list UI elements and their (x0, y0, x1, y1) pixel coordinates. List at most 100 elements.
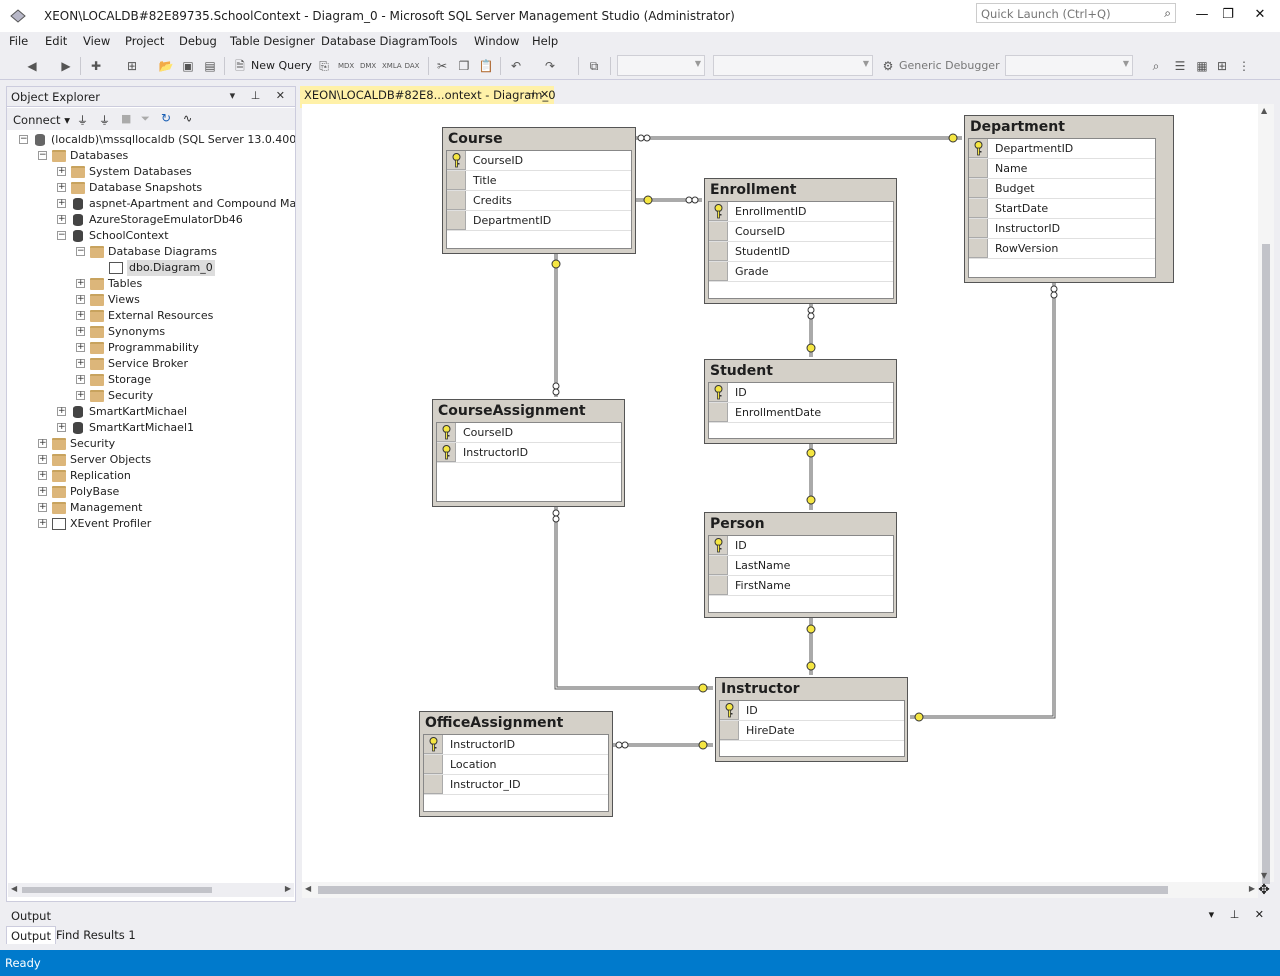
collapse-icon[interactable]: − (76, 247, 85, 256)
table-student[interactable]: Student ID EnrollmentDate (704, 359, 897, 444)
scroll-right-icon[interactable]: ▶ (1249, 884, 1255, 893)
row-selector[interactable] (969, 139, 988, 158)
menu-window[interactable]: Window (474, 34, 519, 48)
column-row[interactable]: DepartmentID (447, 211, 631, 231)
panel-window-buttons[interactable]: ▾ ⊥ ✕ (230, 89, 291, 102)
new-project-icon[interactable]: ✚ (88, 58, 104, 74)
collapse-icon[interactable]: − (38, 151, 47, 160)
rel-department-instructor[interactable] (910, 283, 1056, 719)
new-query-button[interactable]: New Query (251, 57, 312, 75)
paste-icon[interactable]: 📋 (478, 58, 494, 74)
column-row[interactable]: FirstName (709, 576, 893, 596)
row-selector[interactable] (424, 755, 443, 774)
column-row[interactable]: StudentID (709, 242, 893, 262)
tab-output[interactable]: Output (6, 926, 56, 944)
expand-icon[interactable]: + (57, 199, 66, 208)
quick-launch-input[interactable]: Quick Launch (Ctrl+Q) ⌕ (976, 3, 1176, 23)
row-selector[interactable] (969, 199, 988, 218)
forward-icon[interactable]: ▶ (58, 58, 74, 74)
row-selector[interactable] (709, 556, 728, 575)
expand-icon[interactable]: + (38, 471, 47, 480)
panel-window-buttons[interactable]: ▾ ⊥ ✕ (1209, 908, 1270, 921)
collapse-icon[interactable]: − (57, 231, 66, 240)
pin-icon[interactable]: ⊣ (526, 86, 535, 104)
row-selector[interactable] (709, 403, 728, 422)
column-row[interactable]: Title (447, 171, 631, 191)
table-title[interactable]: Course (443, 128, 635, 148)
column-row[interactable]: CourseID (447, 151, 631, 171)
new-query-icon[interactable]: 🗎 (232, 58, 248, 74)
menu-tools[interactable]: Tools (429, 34, 457, 48)
expand-icon[interactable]: + (76, 359, 85, 368)
disconnect-icon[interactable]: ⏚ (99, 112, 110, 128)
column-row[interactable]: ID (709, 383, 893, 403)
expand-icon[interactable]: + (38, 487, 47, 496)
toolbox-icon[interactable]: ⊞ (1214, 58, 1230, 74)
refresh-icon[interactable]: ↻ (161, 111, 171, 125)
debugger-icon[interactable]: ⚙ (880, 58, 896, 74)
expand-icon[interactable]: + (76, 343, 85, 352)
row-selector[interactable] (709, 262, 728, 281)
row-selector[interactable] (969, 159, 988, 178)
scroll-down-icon[interactable]: ▼ (1261, 871, 1267, 880)
column-row[interactable]: StartDate (969, 199, 1155, 219)
row-selector[interactable] (969, 239, 988, 258)
row-selector[interactable] (969, 179, 988, 198)
tab-find-results[interactable]: Find Results 1 (52, 926, 140, 944)
row-selector[interactable] (709, 222, 728, 241)
column-row[interactable]: InstructorID (424, 735, 608, 755)
expand-icon[interactable]: + (38, 503, 47, 512)
expand-icon[interactable]: + (57, 215, 66, 224)
expand-icon[interactable]: + (57, 183, 66, 192)
expand-icon[interactable]: + (38, 455, 47, 464)
scrollbar-thumb[interactable] (22, 887, 212, 893)
column-row[interactable]: Budget (969, 179, 1155, 199)
column-row[interactable]: Location (424, 755, 608, 775)
column-row[interactable]: DepartmentID (969, 139, 1155, 159)
row-selector[interactable] (709, 536, 728, 555)
menu-table-designer[interactable]: Table Designer (230, 34, 315, 48)
xmla-icon[interactable]: XMLA (382, 58, 402, 74)
close-tab-icon[interactable]: ✕ (540, 86, 549, 104)
filter-icon[interactable]: ⏷ (141, 112, 150, 126)
options-icon[interactable]: ⋮ (1236, 58, 1252, 74)
close-window-button[interactable]: ✕ (1250, 6, 1270, 24)
menu-edit[interactable]: Edit (45, 34, 67, 48)
column-row[interactable]: HireDate (720, 721, 904, 741)
table-title[interactable]: OfficeAssignment (420, 712, 612, 732)
expand-icon[interactable]: + (76, 279, 85, 288)
scrollbar-thumb[interactable] (318, 886, 1168, 894)
row-selector[interactable] (447, 211, 466, 230)
column-row[interactable]: LastName (709, 556, 893, 576)
expand-icon[interactable]: + (76, 375, 85, 384)
scroll-left-icon[interactable]: ◀ (305, 884, 311, 893)
row-selector[interactable] (437, 423, 456, 442)
debugger-label[interactable]: Generic Debugger (899, 57, 1000, 75)
redo-icon[interactable]: ↷ (542, 58, 558, 74)
restore-button[interactable]: ❐ (1218, 6, 1238, 24)
row-selector[interactable] (969, 219, 988, 238)
collapse-icon[interactable]: − (19, 135, 28, 144)
column-row[interactable]: EnrollmentID (709, 202, 893, 222)
row-selector[interactable] (709, 242, 728, 261)
menu-debug[interactable]: Debug (179, 34, 217, 48)
table-instructor[interactable]: Instructor ID HireDate (715, 677, 908, 762)
tab-diagram[interactable]: XEON\LOCALDB#82E8...ontext - Diagram_0 ⊣… (300, 86, 556, 104)
table-title[interactable]: Person (705, 513, 896, 533)
column-row[interactable]: Grade (709, 262, 893, 282)
table-enrollment[interactable]: Enrollment EnrollmentID CourseID StudentID G… (704, 178, 897, 304)
row-selector[interactable] (447, 191, 466, 210)
rel-courseassignment-instructor[interactable] (554, 507, 713, 690)
menu-help[interactable]: Help (532, 34, 558, 48)
column-row[interactable]: InstructorID (969, 219, 1155, 239)
expand-icon[interactable]: + (76, 311, 85, 320)
find-icon[interactable]: ⌕ (1148, 58, 1164, 74)
menu-view[interactable]: View (83, 34, 110, 48)
solution-config-combo[interactable]: ▼ (617, 55, 705, 76)
scroll-left-icon[interactable]: ◀ (11, 884, 17, 893)
expand-icon[interactable]: + (76, 391, 85, 400)
row-selector[interactable] (437, 443, 456, 462)
cut-icon[interactable]: ✂ (434, 58, 450, 74)
back-icon[interactable]: ◀ (24, 58, 40, 74)
expand-icon[interactable]: + (38, 519, 47, 528)
